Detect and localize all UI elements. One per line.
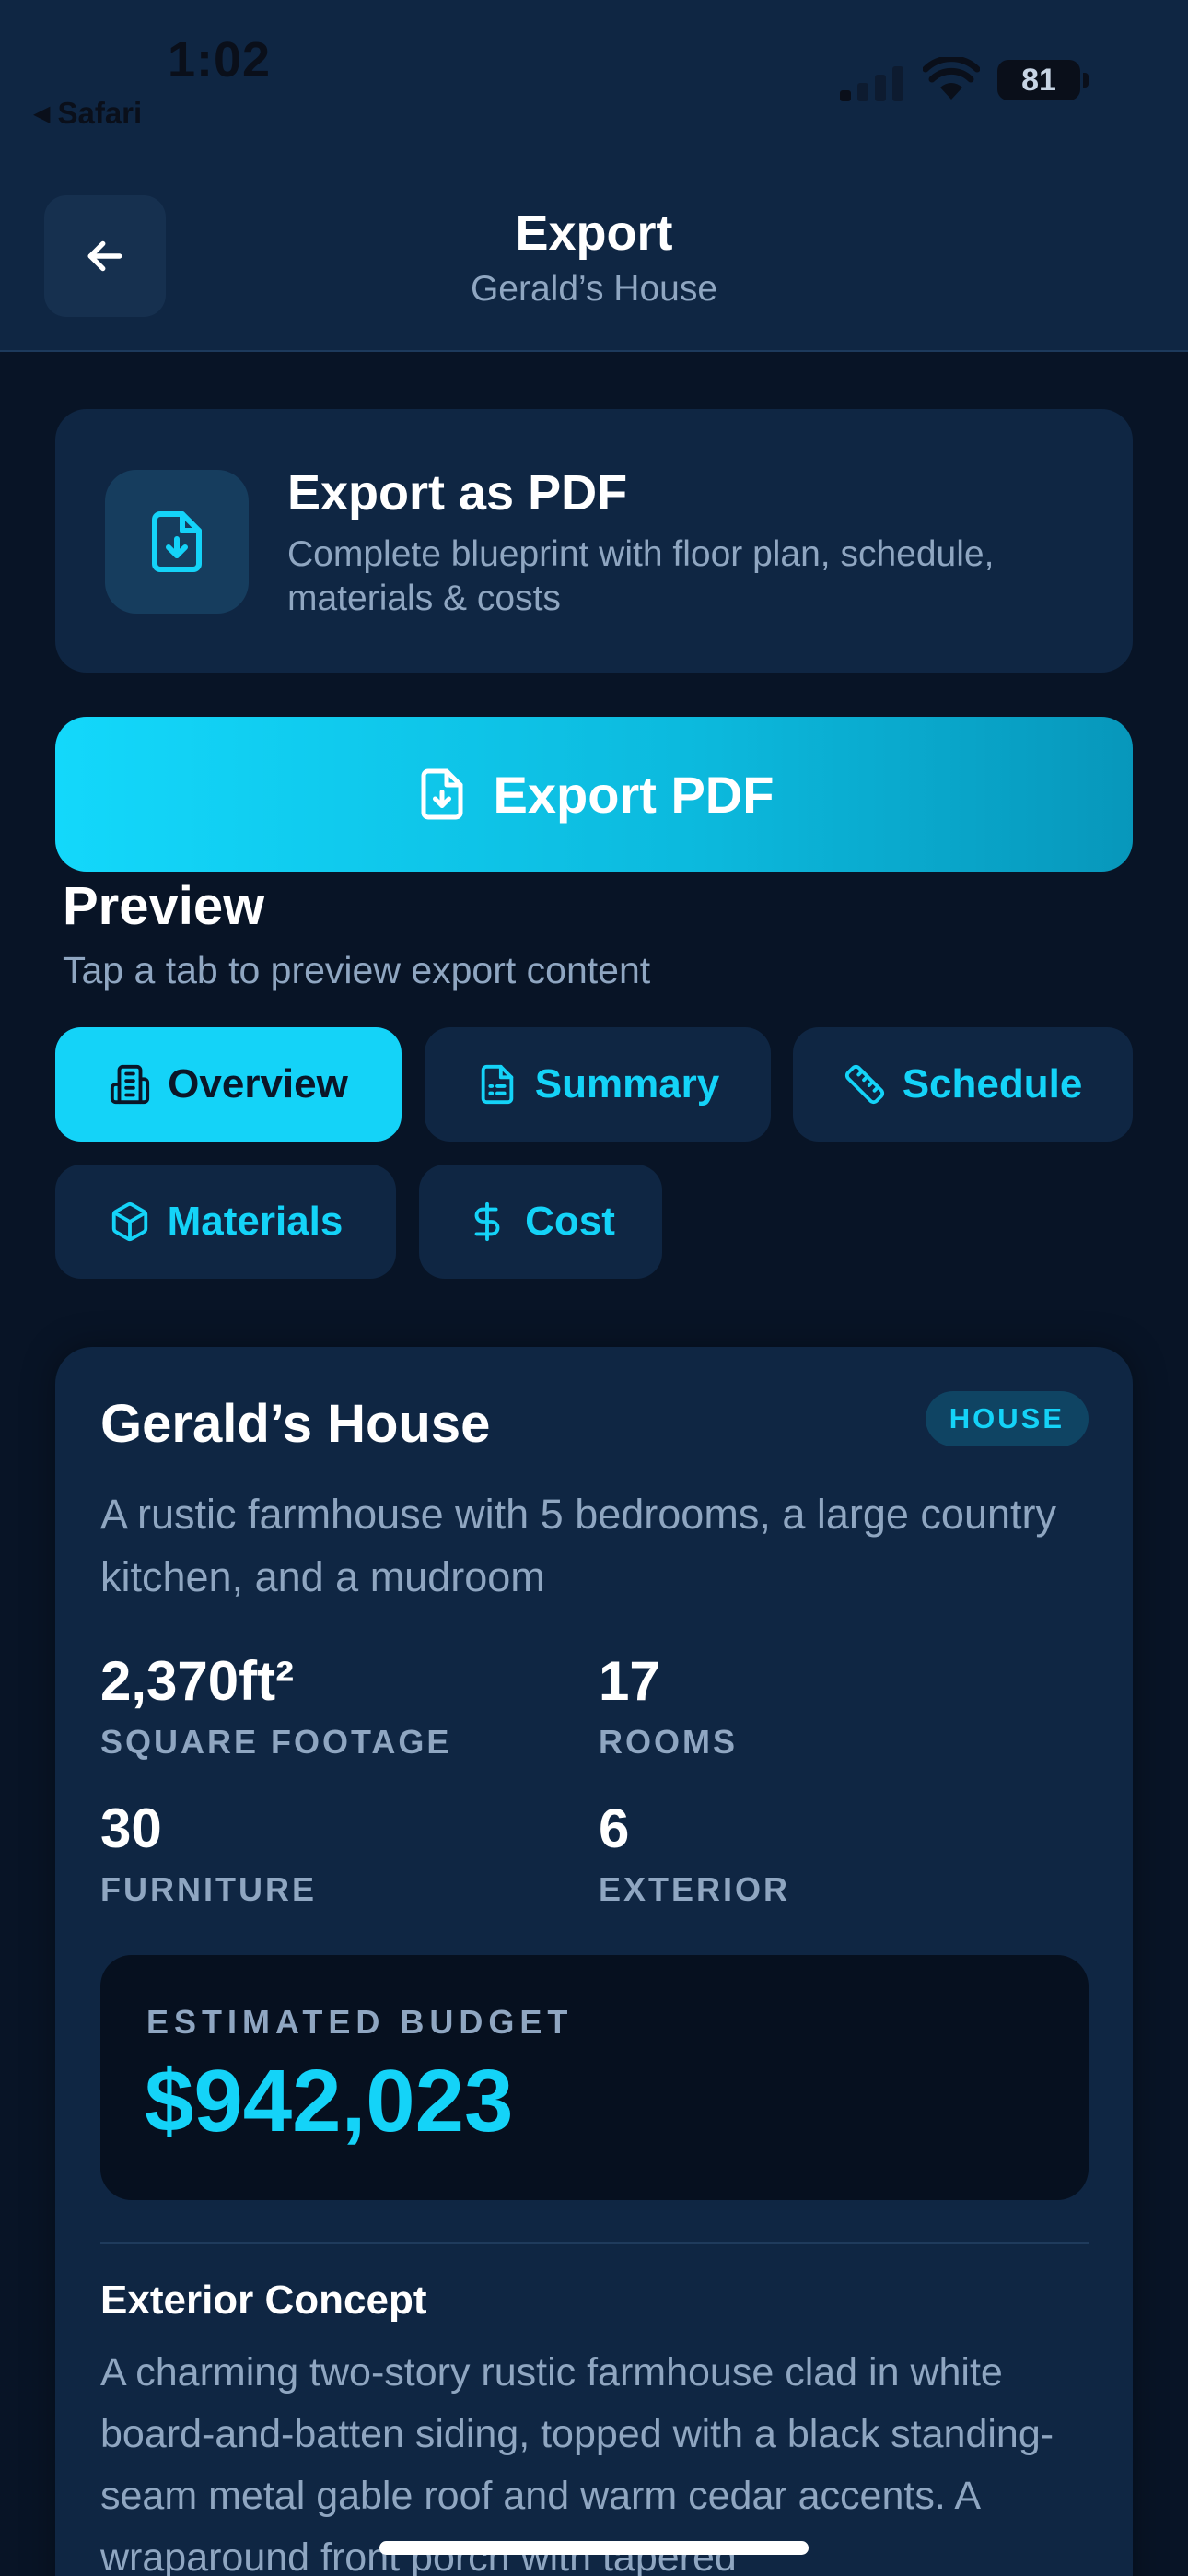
- budget-label: ESTIMATED BUDGET: [146, 2003, 574, 2041]
- preview-hint: Tap a tab to preview export content: [63, 949, 651, 991]
- ruler-icon: [844, 1064, 884, 1105]
- top-bar: 1:02 ◀ Safari 81 Export Gerald’s House: [0, 0, 1188, 352]
- budget-value: $942,023: [145, 2052, 514, 2150]
- project-description: A rustic farmhouse with 5 bedrooms, a la…: [100, 1491, 1056, 1600]
- stat-exterior-label: EXTERIOR: [599, 1870, 791, 1908]
- preview-heading: Preview: [63, 876, 265, 936]
- wifi-icon: [923, 57, 980, 100]
- back-to-safari-link[interactable]: ◀ Safari: [33, 96, 142, 131]
- tab-summary-label: Summary: [534, 1061, 720, 1107]
- page-title: Export: [515, 205, 673, 261]
- stat-rooms-value: 17: [599, 1650, 660, 1712]
- building-icon: [111, 1064, 150, 1105]
- file-download-icon: [421, 768, 463, 820]
- stat-rooms-label: ROOMS: [599, 1723, 739, 1761]
- tab-summary[interactable]: Summary: [425, 1027, 771, 1142]
- tab-cost-label: Cost: [525, 1199, 615, 1244]
- stat-furniture-value: 30: [100, 1797, 162, 1859]
- export-card-title: Export as PDF: [287, 465, 628, 521]
- section-divider: [100, 2242, 1089, 2244]
- export-pdf-label: Export PDF: [493, 765, 775, 824]
- page-subtitle: Gerald’s House: [470, 269, 718, 309]
- back-app-label: Safari: [57, 96, 143, 130]
- stat-furniture-label: FURNITURE: [100, 1870, 317, 1908]
- project-type-badge: HOUSE: [925, 1391, 1089, 1446]
- home-indicator[interactable]: [379, 2541, 809, 2555]
- tab-overview[interactable]: Overview: [55, 1027, 402, 1142]
- exterior-concept-heading: Exterior Concept: [100, 2277, 427, 2323]
- tab-materials[interactable]: Materials: [55, 1165, 396, 1279]
- tab-schedule-label: Schedule: [902, 1061, 1083, 1107]
- export-pdf-button[interactable]: Export PDF: [55, 717, 1133, 872]
- battery-indicator: 81: [997, 60, 1089, 100]
- dollar-icon: [474, 1201, 500, 1242]
- tab-materials-label: Materials: [167, 1199, 344, 1244]
- box-icon: [111, 1201, 147, 1242]
- cellular-signal-icon: [840, 64, 904, 101]
- stat-exterior-value: 6: [599, 1797, 630, 1859]
- export-screen: 1:02 ◀ Safari 81 Export Gerald’s House E…: [0, 0, 1188, 2576]
- export-card-icon-tile: [105, 470, 249, 614]
- stat-square-footage-value: 2,370ft²: [100, 1650, 295, 1712]
- tab-schedule[interactable]: Schedule: [793, 1027, 1133, 1142]
- estimated-budget-box: ESTIMATED BUDGET $942,023: [100, 1955, 1089, 2200]
- file-download-icon: [152, 511, 202, 572]
- tab-overview-label: Overview: [168, 1061, 348, 1107]
- back-triangle-icon: ◀: [33, 101, 51, 126]
- tab-cost[interactable]: Cost: [419, 1165, 662, 1279]
- export-pdf-card: Export as PDF Complete blueprint with fl…: [55, 409, 1133, 673]
- stat-square-footage-label: SQUARE FOOTAGE: [100, 1723, 452, 1761]
- document-list-icon: [481, 1064, 513, 1105]
- status-time: 1:02: [168, 32, 272, 88]
- export-card-description: Complete blueprint with floor plan, sche…: [287, 534, 995, 618]
- overview-preview-card: Gerald’s House HOUSE A rustic farmhouse …: [55, 1347, 1133, 2576]
- project-name: Gerald’s House: [100, 1394, 491, 1454]
